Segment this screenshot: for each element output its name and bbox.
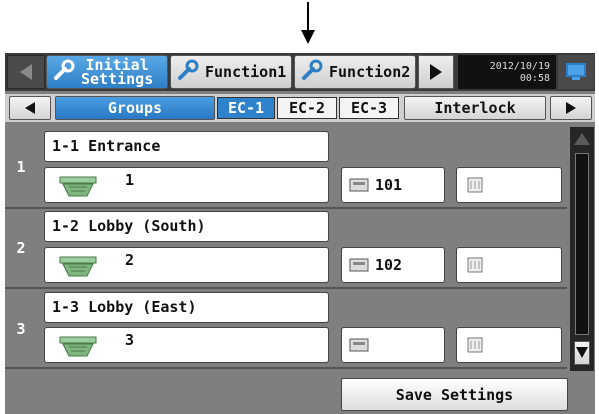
lossnay-icon [467, 257, 483, 273]
down-arrow-pointer-icon [298, 2, 318, 46]
lossnay-field[interactable] [456, 247, 562, 283]
group-units-field[interactable]: 1 [44, 167, 329, 203]
controller-icon [349, 258, 369, 272]
groups-label: Groups [107, 99, 163, 117]
unit-number: 3 [125, 331, 135, 349]
date-text: 2012/10/19 [489, 61, 550, 72]
group-units-field[interactable]: 3 [44, 327, 329, 363]
tab-function2-label: Function2 [329, 63, 411, 81]
time-text: 00:58 [519, 73, 550, 84]
save-settings-button[interactable]: Save Settings [341, 378, 568, 411]
next-menu-button[interactable] [418, 55, 454, 89]
group-name-field[interactable]: 1-3 Lobby (East) [44, 292, 329, 323]
tab-function1-label: Function1 [205, 63, 287, 81]
unit-number: 1 [125, 171, 135, 189]
row-divider [5, 367, 567, 369]
interlock-tab[interactable]: Interlock [404, 96, 546, 120]
datetime-display: 2012/10/19 00:58 [458, 55, 556, 89]
monitor-icon [566, 63, 586, 80]
ec-tab-2-label: EC-2 [288, 99, 326, 117]
ec-tab-3[interactable]: EC-3 [339, 97, 399, 119]
tab-initial-settings[interactable]: Initial Settings [46, 55, 168, 89]
group-name-field[interactable]: 1-1 Entrance [44, 131, 329, 162]
group-name-field[interactable]: 1-2 Lobby (South) [44, 211, 329, 242]
lossnay-icon [467, 177, 483, 193]
right-arrow-icon [566, 102, 576, 114]
monitor-button[interactable] [558, 55, 594, 89]
lossnay-field[interactable] [456, 167, 562, 203]
ec-tab-1-label: EC-1 [227, 99, 265, 117]
controller-icon [349, 338, 369, 352]
unit-number: 2 [125, 251, 135, 269]
controller-address: 101 [375, 176, 403, 194]
controller-icon [349, 178, 369, 192]
group-units-field[interactable]: 2 [44, 247, 329, 283]
groups-tab[interactable]: Groups [55, 96, 215, 120]
lossnay-icon [467, 337, 483, 353]
prev-menu-button[interactable] [7, 55, 45, 89]
ec-tab-2[interactable]: EC-2 [277, 97, 337, 119]
row-index: 1 [16, 158, 26, 176]
indoor-unit-icon [59, 256, 97, 277]
prev-group-button[interactable] [9, 96, 51, 120]
scroll-track[interactable] [575, 153, 589, 335]
wrench-icon [177, 59, 199, 86]
lossnay-field[interactable] [456, 327, 562, 363]
wrench-icon [301, 59, 323, 86]
controller-address-field[interactable]: 101 [341, 167, 445, 203]
row-divider [5, 287, 567, 289]
scroll-down-button[interactable] [574, 341, 590, 365]
right-arrow-icon [430, 64, 442, 80]
controller-address: 102 [375, 256, 403, 274]
scroll-down-icon [576, 347, 588, 358]
tab-function2[interactable]: Function2 [294, 55, 416, 89]
scrollbar[interactable] [570, 127, 594, 371]
row-index: 2 [16, 239, 26, 257]
ec-tab-1[interactable]: EC-1 [217, 97, 275, 119]
row-divider [5, 207, 567, 209]
controller-address-field[interactable] [341, 327, 445, 363]
tab-function1[interactable]: Function1 [170, 55, 292, 89]
row-index: 3 [16, 320, 26, 338]
save-settings-label: Save Settings [395, 385, 514, 404]
indoor-unit-icon [59, 336, 97, 357]
interlock-label: Interlock [434, 99, 516, 117]
indoor-unit-icon [59, 176, 97, 197]
controller-address-field[interactable]: 102 [341, 247, 445, 283]
left-arrow-icon [25, 102, 35, 114]
scroll-up-icon[interactable] [573, 131, 591, 147]
tab-initial-line2: Settings [81, 70, 154, 88]
wrench-icon [53, 59, 75, 86]
ec-tab-3-label: EC-3 [350, 99, 388, 117]
next-group-button[interactable] [550, 96, 592, 120]
left-arrow-icon [20, 64, 32, 80]
